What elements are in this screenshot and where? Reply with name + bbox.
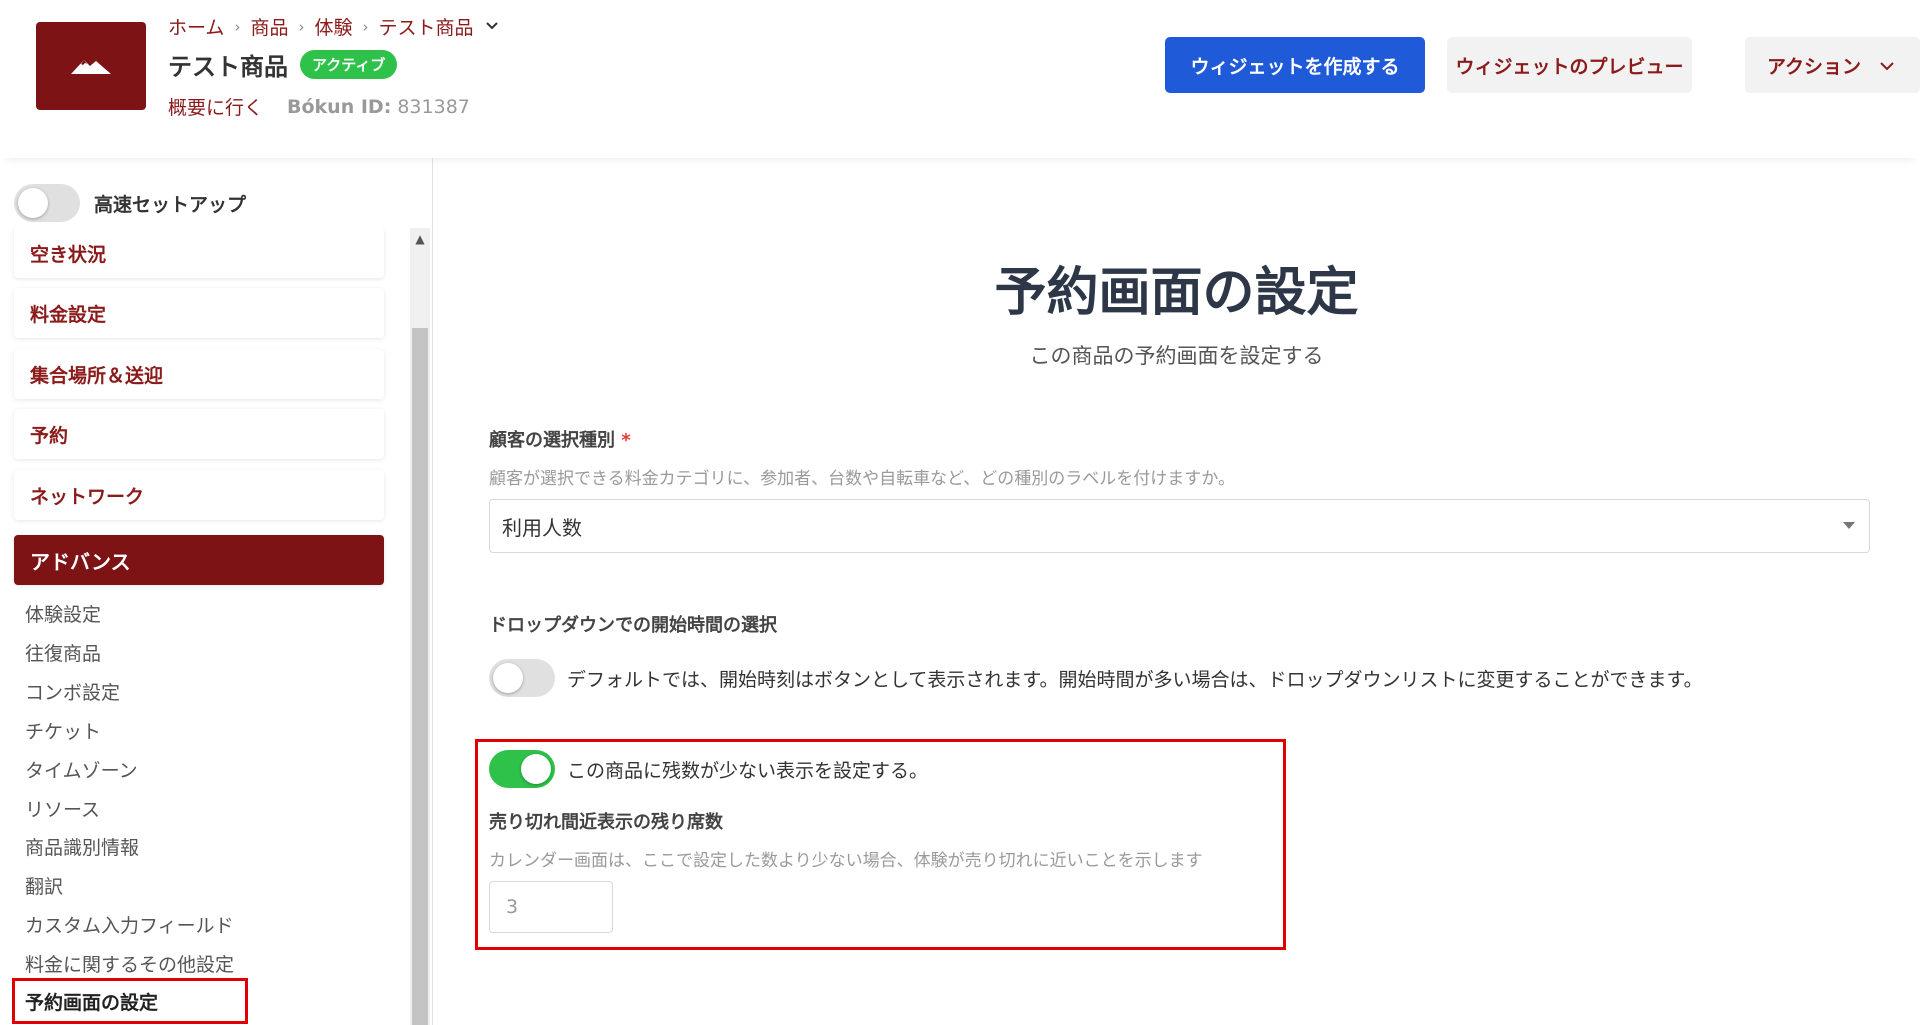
actions-button[interactable]: アクション xyxy=(1745,37,1920,93)
sidebar-subitem-experience-settings[interactable]: 体験設定 xyxy=(25,600,101,627)
sidebar-subitem-tickets[interactable]: チケット xyxy=(25,717,101,744)
customer-type-value: 利用人数 xyxy=(502,515,582,540)
breadcrumb-current-product[interactable]: テスト商品 xyxy=(378,13,473,40)
widget-preview-button[interactable]: ウィジェットのプレビュー xyxy=(1447,37,1692,93)
dropdown-start-time-label: ドロップダウンでの開始時間の選択 xyxy=(489,615,777,636)
chevron-down-icon xyxy=(1879,54,1895,76)
bokun-id-value: 831387 xyxy=(397,95,470,118)
product-meta-row: 概要に行く Bókun ID: 831387 xyxy=(168,93,470,120)
low-stock-threshold-help: カレンダー画面は、ここで設定した数より少ない場合、体験が売り切れに近いことを示し… xyxy=(489,851,1203,871)
sidebar-scroll-thumb[interactable] xyxy=(412,328,428,1025)
low-stock-threshold-input[interactable]: 3 xyxy=(489,881,613,933)
breadcrumb-experience[interactable]: 体験 xyxy=(314,13,352,40)
breadcrumb-separator: › xyxy=(234,17,241,36)
required-mark: * xyxy=(621,430,631,451)
toggle-knob xyxy=(493,663,523,693)
chevron-down-icon[interactable] xyxy=(485,19,499,35)
sidebar-item-booking[interactable]: 予約 xyxy=(14,409,384,459)
sidebar-nav: 空き状況 料金設定 集合場所＆送迎 予約 ネットワーク アドバンス 体験設定 往… xyxy=(0,228,410,1025)
actions-button-label: アクション xyxy=(1767,55,1862,78)
sidebar-subitem-timezone[interactable]: タイムゾーン xyxy=(25,756,138,783)
create-widget-button[interactable]: ウィジェットを作成する xyxy=(1165,37,1425,93)
page-subtitle: この商品の予約画面を設定する xyxy=(1029,344,1324,368)
scroll-up-arrow-icon[interactable]: ▲ xyxy=(410,232,430,246)
customer-type-select[interactable]: 利用人数 xyxy=(489,499,1870,553)
customer-type-help: 顧客が選択できる料金カテゴリに、参加者、台数や自転車など、どの種別のラベルを付け… xyxy=(489,469,1235,489)
quick-setup: 高速セットアップ xyxy=(14,184,246,222)
sidebar-subitem-combo[interactable]: コンボ設定 xyxy=(25,678,120,705)
quick-setup-toggle[interactable] xyxy=(14,184,80,222)
toggle-knob xyxy=(18,188,48,218)
breadcrumb-separator: › xyxy=(298,17,305,36)
page-title: 予約画面の設定 xyxy=(994,263,1359,323)
low-stock-description: この商品に残数が少ない表示を設定する。 xyxy=(567,759,929,782)
breadcrumb-separator: › xyxy=(362,17,369,36)
sidebar-subitem-product-id[interactable]: 商品識別情報 xyxy=(25,833,139,860)
product-logo xyxy=(36,22,146,110)
sidebar-subitem-translation[interactable]: 翻訳 xyxy=(25,872,63,899)
sidebar-subitem-custom-fields[interactable]: カスタム入力フィールド xyxy=(25,911,234,938)
dropdown-caret-icon xyxy=(1843,522,1855,529)
sidebar-item-availability[interactable]: 空き状況 xyxy=(14,228,384,278)
toggle-knob xyxy=(521,754,551,784)
page-header: ホーム › 商品 › 体験 › テスト商品 テスト商品 アクティブ 概要に行く … xyxy=(0,0,1920,158)
sidebar-item-network[interactable]: ネットワーク xyxy=(14,470,384,520)
bokun-id: Bókun ID: 831387 xyxy=(287,96,470,118)
sidebar-subitem-resources[interactable]: リソース xyxy=(25,795,100,822)
breadcrumb-products[interactable]: 商品 xyxy=(250,13,288,40)
product-title: テスト商品 xyxy=(168,53,288,81)
mountain-icon xyxy=(71,60,111,74)
low-stock-threshold-value: 3 xyxy=(506,896,519,918)
sidebar-item-pricing[interactable]: 料金設定 xyxy=(14,288,384,338)
sidebar-subitem-other-pricing[interactable]: 料金に関するその他設定 xyxy=(25,950,234,977)
product-title-row: テスト商品 アクティブ xyxy=(168,47,398,82)
bokun-id-label: Bókun ID: xyxy=(287,95,392,118)
dropdown-start-time-toggle[interactable] xyxy=(489,659,555,697)
dropdown-start-time-row: デフォルトでは、開始時刻はボタンとして表示されます。開始時間が多い場合は、ドロッ… xyxy=(489,659,1703,697)
status-badge: アクティブ xyxy=(300,50,398,79)
overview-link[interactable]: 概要に行く xyxy=(168,93,263,120)
sidebar-item-meeting-pickup[interactable]: 集合場所＆送迎 xyxy=(14,349,384,399)
sidebar-subitem-round-trip[interactable]: 往復商品 xyxy=(25,639,101,666)
customer-type-label-text: 顧客の選択種別 xyxy=(489,430,615,451)
breadcrumb: ホーム › 商品 › 体験 › テスト商品 xyxy=(168,13,499,40)
customer-type-label: 顧客の選択種別 * xyxy=(489,426,631,452)
low-stock-threshold-label: 売り切れ間近表示の残り席数 xyxy=(489,812,723,833)
dropdown-start-time-description: デフォルトでは、開始時刻はボタンとして表示されます。開始時間が多い場合は、ドロッ… xyxy=(567,668,1703,691)
breadcrumb-home[interactable]: ホーム xyxy=(168,13,224,40)
highlight-frame xyxy=(12,978,248,1024)
quick-setup-label: 高速セットアップ xyxy=(94,193,247,216)
sidebar-item-advanced[interactable]: アドバンス xyxy=(14,535,384,585)
low-stock-toggle[interactable] xyxy=(489,750,555,788)
low-stock-row: この商品に残数が少ない表示を設定する。 xyxy=(489,750,928,788)
